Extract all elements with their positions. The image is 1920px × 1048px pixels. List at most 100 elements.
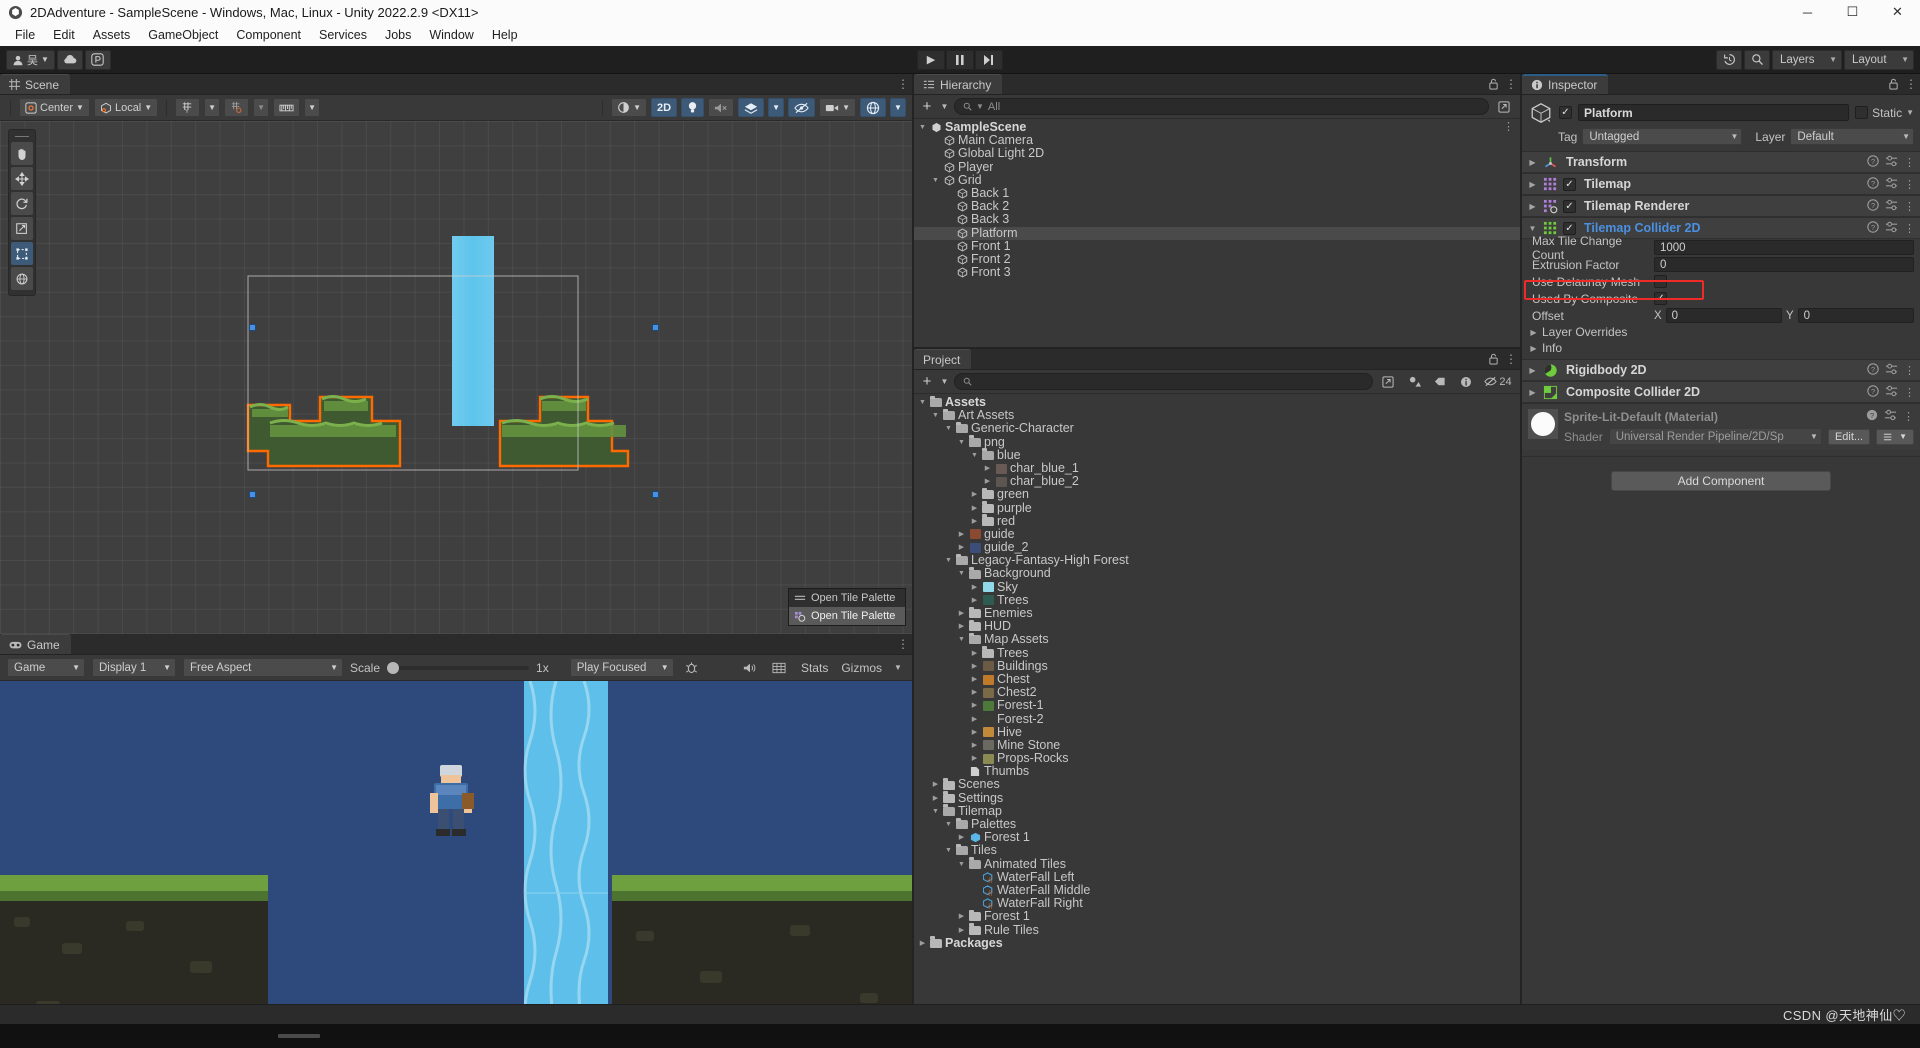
composite-collider-foldout-arrow[interactable]: ▶ [1527,388,1538,397]
project-item[interactable]: ▼ Background [914,567,1520,580]
tag-dropdown[interactable]: Untagged ▼ [1582,128,1743,145]
rigidbody-kebab-menu[interactable]: ⋮ [1904,364,1915,377]
project-expand-button[interactable] [1377,373,1399,391]
shader-options-button[interactable]: ▼ [1876,428,1914,445]
help-icon[interactable]: ? [1867,176,1879,192]
scale-slider-knob[interactable] [387,661,400,674]
tilemap-collider-foldout-arrow[interactable]: ▼ [1527,224,1538,233]
menu-file[interactable]: File [6,26,44,44]
foldout-arrow[interactable]: ▶ [970,488,979,501]
foldout-arrow[interactable]: ▼ [918,396,927,409]
shading-mode-button[interactable]: ▼ [611,98,648,117]
hierarchy-item[interactable]: ▶Main Camera [914,134,1520,147]
tilemap-enabled-checkbox[interactable]: ✓ [1563,177,1576,191]
preset-icon[interactable] [1885,385,1898,400]
hand-tool-button[interactable] [11,142,33,165]
hierarchy-lock-button[interactable] [1484,74,1502,94]
foldout-arrow[interactable]: ▼ [931,174,940,187]
project-search-input[interactable] [954,373,1373,390]
shader-dropdown[interactable]: Universal Render Pipeline/2D/Sp ▼ [1608,428,1822,445]
hierarchy-item[interactable]: ▶Back 2 [914,200,1520,213]
pivot-mode-button[interactable]: Center ▼ [19,98,90,117]
project-filter-type-button[interactable] [1403,373,1425,391]
menu-component[interactable]: Component [227,26,310,44]
help-icon[interactable]: ? [1867,384,1879,400]
selection-handle-bl[interactable] [249,491,256,498]
cloud-button[interactable] [56,49,83,70]
hierarchy-menu-button[interactable]: ⋮ [1502,74,1520,94]
account-button[interactable]: 吴 ▼ [6,49,55,70]
project-add-button[interactable]: + [919,373,935,391]
preset-icon[interactable] [1885,177,1898,192]
project-item[interactable]: ▶ Hive [914,726,1520,739]
foldout-arrow[interactable]: ▶ [957,607,966,620]
hierarchy-item[interactable]: ▶Global Light 2D [914,147,1520,160]
rigidbody-foldout-arrow[interactable]: ▶ [1527,366,1538,375]
foldout-arrow[interactable]: ▼ [918,121,927,134]
foldout-arrow[interactable]: ▶ [983,462,992,475]
menu-assets[interactable]: Assets [84,26,140,44]
foldout-arrow[interactable]: ▶ [970,515,979,528]
scene-lighting-button[interactable] [681,98,705,117]
tab-hierarchy[interactable]: Hierarchy [914,74,1003,94]
project-lock-button[interactable] [1484,349,1502,369]
layout-dropdown[interactable]: Layout ▼ [1844,49,1914,70]
foldout-arrow[interactable]: ▶ [957,541,966,554]
material-preview[interactable] [1528,409,1558,439]
info-foldout[interactable]: ▶ Info [1522,340,1920,356]
add-component-button[interactable]: Add Component [1611,471,1831,491]
preset-icon[interactable] [1885,199,1898,214]
play-button[interactable]: ▶ [917,49,945,70]
foldout-arrow[interactable]: ▶ [970,673,979,686]
scene-context-menu-button[interactable]: ⋮ [1503,121,1514,134]
project-item[interactable]: ▶ Chest2 [914,686,1520,699]
tab-scene[interactable]: Scene [0,74,71,94]
component-header-rigidbody-2d[interactable]: ▶ Rigidbody 2D ? ⋮ [1522,359,1920,381]
foldout-arrow[interactable]: ▶ [970,581,979,594]
gizmos-dropdown[interactable]: ▼ [890,98,906,117]
foldout-arrow[interactable]: ▶ [970,660,979,673]
inspector-menu-button[interactable]: ⋮ [1902,74,1920,94]
selection-handle-tr[interactable] [652,324,659,331]
selection-handle-tl[interactable] [249,324,256,331]
project-item[interactable]: ▼ Assets [914,395,1520,409]
project-item[interactable]: ▶ Trees [914,646,1520,660]
hierarchy-item[interactable]: ▶Player [914,161,1520,174]
layer-overrides-arrow[interactable]: ▶ [1528,328,1539,337]
project-item[interactable]: ▶Thumbs [914,765,1520,778]
grid-axis-dropdown[interactable]: ▼ [204,98,221,117]
foldout-arrow[interactable]: ▶ [970,594,979,607]
tilemap-foldout-arrow[interactable]: ▶ [1527,180,1538,189]
hierarchy-item[interactable]: ▶Front 3 [914,266,1520,279]
rotate-tool-button[interactable] [11,192,33,215]
diagnostics-button[interactable] [681,659,703,677]
scene-camera-button[interactable]: ▼ [819,98,856,117]
static-dropdown-caret[interactable]: ▼ [1906,108,1914,117]
layer-dropdown[interactable]: Default ▼ [1790,128,1914,145]
help-icon[interactable]: ? [1867,154,1879,170]
offset-y-input[interactable]: 0 [1797,308,1914,323]
handle-rotation-button[interactable]: Local ▼ [93,98,159,117]
project-item[interactable]: ▶ Forest 1 [914,831,1520,844]
project-item[interactable]: ▶ Buildings [914,660,1520,673]
project-item[interactable]: ▶ guide [914,528,1520,541]
help-icon[interactable]: ? [1867,198,1879,214]
foldout-arrow[interactable]: ▶ [970,752,979,765]
foldout-arrow[interactable]: ▶ [957,910,966,923]
ruler-button[interactable] [273,98,301,117]
component-header-transform[interactable]: ▶ Transform ? ⋮ [1522,151,1920,173]
project-item[interactable]: ▶{}WaterFall Middle [914,884,1520,897]
menu-jobs[interactable]: Jobs [376,26,420,44]
foldout-arrow[interactable]: ▼ [931,805,940,818]
foldout-arrow[interactable]: ▼ [957,567,966,580]
scene-visibility-button[interactable] [788,98,816,117]
game-menu-button[interactable]: ⋮ [894,634,912,654]
foldout-arrow[interactable]: ▶ [957,620,966,633]
composite-collider-kebab-menu[interactable]: ⋮ [1904,386,1915,399]
foldout-arrow[interactable]: ▼ [944,422,953,435]
hierarchy-item[interactable]: ▶Front 1 [914,240,1520,253]
foldout-arrow[interactable]: ▶ [970,726,979,739]
foldout-arrow[interactable]: ▼ [957,436,966,449]
tile-palette-action-row[interactable]: Open Tile Palette [789,607,905,625]
foldout-arrow[interactable]: ▶ [957,528,966,541]
